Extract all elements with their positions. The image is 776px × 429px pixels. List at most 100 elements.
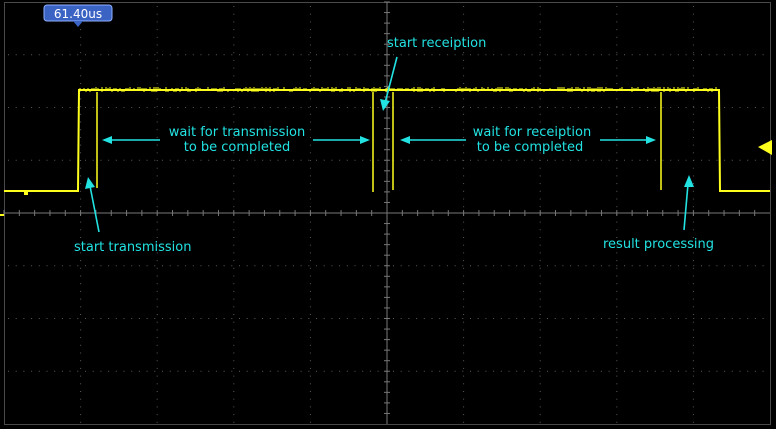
grid-dot	[262, 107, 264, 108]
grid-dot	[269, 159, 271, 161]
label-wait-rx-line2: to be completed	[477, 140, 584, 155]
grid-dot	[616, 267, 618, 269]
grid-dot	[624, 370, 625, 372]
grid-dot	[554, 159, 556, 161]
grid-dot	[131, 370, 133, 372]
grid-dot	[539, 83, 541, 84]
grid-dot	[708, 265, 710, 267]
grid-dot	[309, 206, 311, 208]
grid-dot	[108, 318, 110, 319]
grid-dot	[531, 265, 533, 267]
grid-dot	[309, 367, 311, 369]
grid-dot	[692, 198, 694, 200]
grid-dot	[309, 290, 311, 292]
grid-dot	[616, 83, 618, 84]
grid-dot	[69, 107, 71, 108]
grid-dot	[393, 265, 394, 267]
grid-dot	[731, 159, 733, 161]
grid-dot	[647, 107, 649, 108]
grid-dot	[156, 52, 158, 54]
grid-dot	[8, 107, 9, 108]
grid-dot	[692, 190, 694, 192]
grid-dot	[80, 29, 82, 31]
grid-dot	[616, 314, 618, 315]
grid-dot	[431, 54, 433, 56]
grid-dot	[233, 406, 235, 408]
grid-dot	[570, 107, 572, 108]
grid-dot	[309, 29, 311, 31]
grid-dot	[539, 106, 541, 108]
grid-dot	[156, 329, 158, 331]
grid-dot	[523, 318, 525, 319]
grid-dot	[692, 421, 694, 423]
grid-dot	[177, 107, 179, 108]
grid-dot	[692, 121, 694, 123]
grid-dot	[309, 406, 311, 408]
grid-dot	[346, 265, 348, 267]
grid-dot	[508, 54, 510, 56]
grid-dot	[762, 318, 764, 319]
grid-dot	[739, 370, 741, 372]
grid-dot	[8, 370, 9, 372]
grid-dot	[309, 59, 311, 61]
grid-dot	[156, 67, 158, 69]
grid-dot	[670, 265, 672, 267]
grid-dot	[309, 344, 311, 346]
grid-dot	[754, 318, 756, 319]
grid-dot	[156, 406, 158, 408]
grid-dot	[233, 52, 235, 54]
grid-dot	[639, 159, 641, 161]
grid-dot	[309, 183, 311, 185]
grid-dot	[233, 375, 235, 377]
grid-dot	[539, 329, 541, 331]
grid-dot	[231, 265, 233, 267]
grid-dot	[208, 54, 210, 56]
grid-dot	[309, 6, 311, 7]
grid-dot	[362, 265, 364, 267]
grid-dot	[309, 375, 311, 377]
grid-dot	[654, 159, 656, 161]
grid-dot	[485, 54, 487, 56]
grid-dot	[80, 129, 82, 131]
grid-dot	[685, 318, 687, 319]
grid-dot	[309, 98, 311, 100]
grid-dot	[246, 370, 248, 372]
label-wait-tx-line1: wait for transmission	[169, 125, 306, 140]
grid-dot	[156, 167, 158, 169]
grid-dot	[616, 190, 618, 192]
grid-dot	[577, 107, 579, 108]
grid-dot	[470, 370, 471, 372]
grid-dot	[156, 190, 158, 192]
grid-dot	[309, 144, 311, 146]
grid-dot	[156, 221, 158, 223]
grid-dot	[523, 159, 525, 161]
grid-dot	[80, 144, 82, 146]
grid-dot	[539, 54, 541, 56]
grid-dot	[523, 107, 525, 108]
grid-dot	[616, 398, 618, 400]
grid-dot	[156, 314, 158, 315]
grid-dot	[685, 159, 687, 161]
grid-dot	[754, 107, 756, 108]
grid-dot	[539, 6, 541, 7]
grid-dot	[308, 318, 310, 319]
grid-dot	[80, 183, 82, 185]
grid-dot	[346, 318, 348, 319]
grid-dot	[539, 21, 541, 23]
grid-dot	[677, 265, 679, 267]
grid-dot	[269, 54, 271, 56]
grid-dot	[593, 370, 595, 372]
grid-dot	[485, 265, 487, 267]
grid-dot	[500, 54, 502, 56]
grid-dot	[531, 107, 533, 108]
grid-dot	[233, 306, 235, 308]
grid-dot	[162, 54, 163, 56]
grid-dot	[156, 21, 158, 23]
grid-dot	[624, 159, 625, 161]
grid-dot	[156, 375, 158, 377]
grid-dot	[692, 67, 694, 69]
grid-dot	[309, 391, 311, 392]
grid-dot	[123, 54, 125, 56]
grid-dot	[80, 321, 82, 323]
grid-dot	[233, 321, 235, 323]
